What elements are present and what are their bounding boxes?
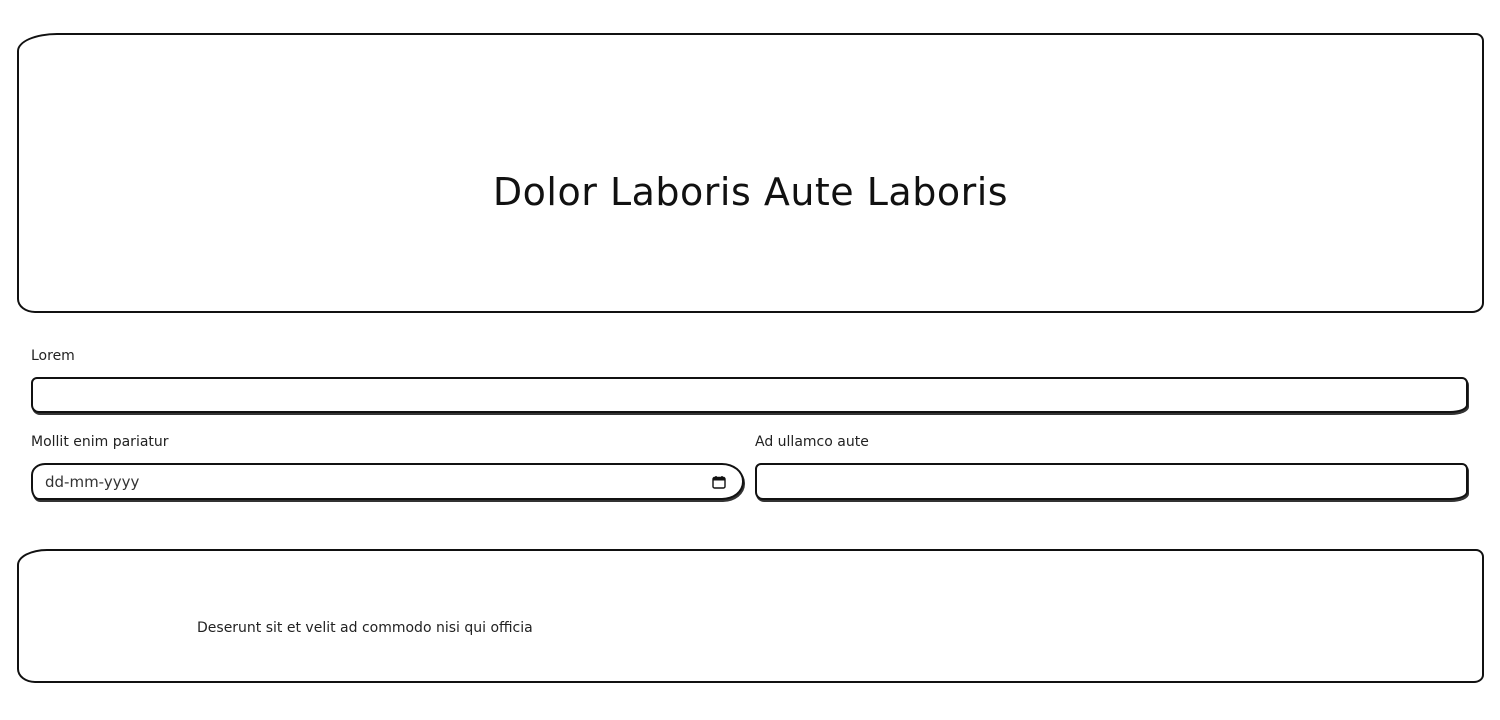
calendar-icon[interactable] [712,475,726,489]
footer-box: Deserunt sit et velit ad commodo nisi qu… [17,549,1484,683]
ullamco-input[interactable] [755,463,1468,500]
ullamco-label: Ad ullamco aute [755,434,869,450]
date-input[interactable]: dd-mm-yyyy [31,463,744,500]
page: Dolor Laboris Aute Laboris Lorem Mollit … [0,0,1500,720]
footer-text: Deserunt sit et velit ad commodo nisi qu… [197,620,533,636]
date-label: Mollit enim pariatur [31,434,169,450]
page-title: Dolor Laboris Aute Laboris [492,170,1009,215]
lorem-label: Lorem [31,348,75,364]
lorem-input[interactable] [31,377,1468,413]
header-banner: Dolor Laboris Aute Laboris [17,33,1484,313]
date-placeholder: dd-mm-yyyy [45,472,140,491]
